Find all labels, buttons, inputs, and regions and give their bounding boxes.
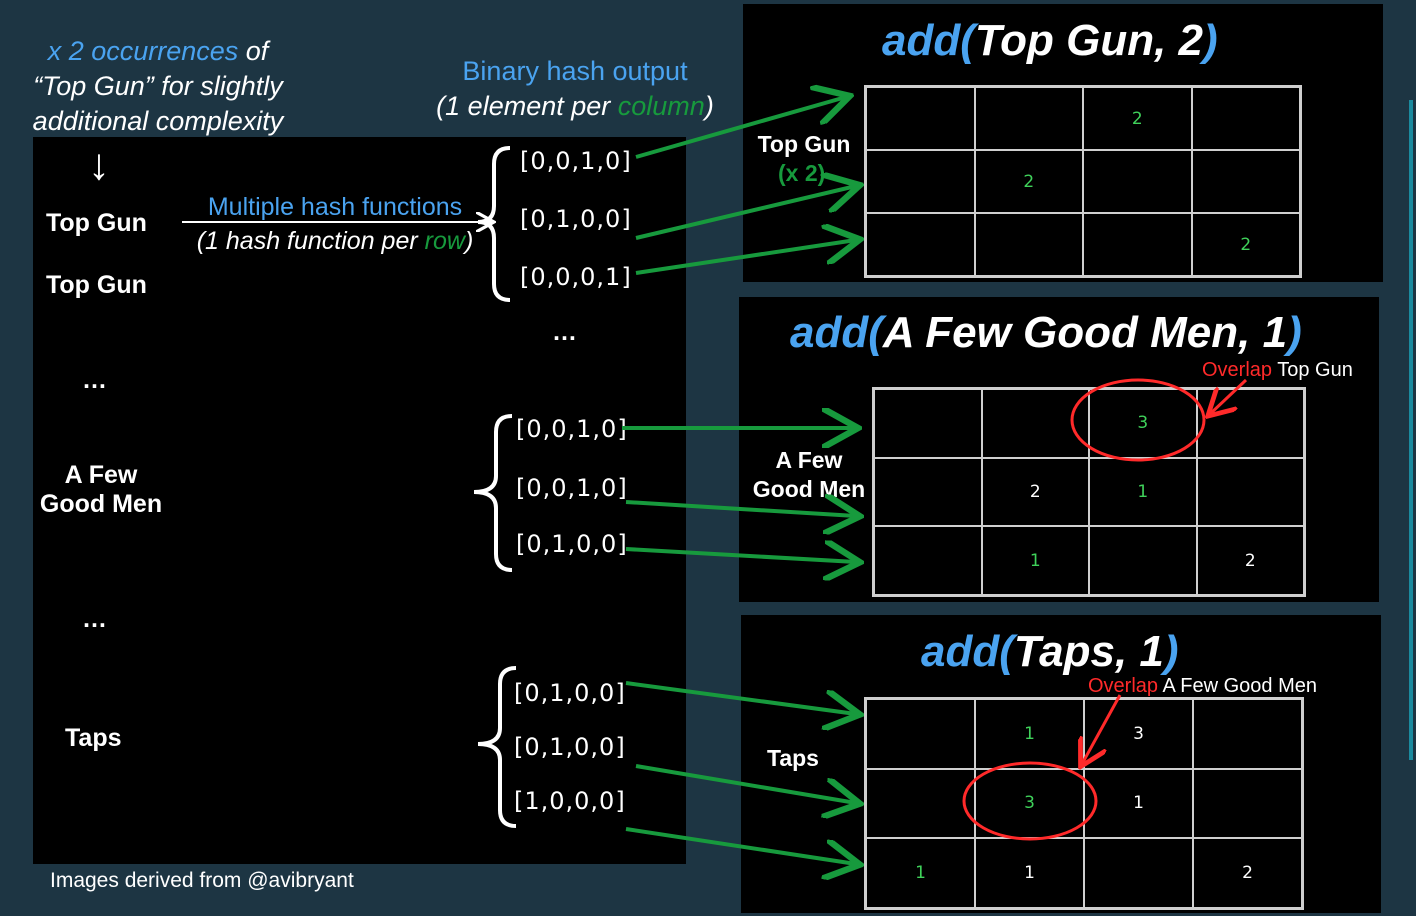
green-arrow [635,764,856,803]
red-arrow [1210,378,1248,414]
brace-taps [477,666,517,828]
overlap-circle [962,761,1098,841]
diagram-overlay [182,0,1248,916]
green-arrow [625,681,856,714]
brace-few-good-men [473,414,513,572]
brace-top-gun [477,146,511,302]
overlap-circle [1070,378,1206,462]
green-arrow [635,186,856,240]
green-arrow [625,502,856,516]
green-arrow [635,97,846,159]
red-arrow [1082,694,1122,764]
green-arrow [625,827,856,864]
green-arrow [635,240,856,275]
green-arrow [625,549,856,562]
